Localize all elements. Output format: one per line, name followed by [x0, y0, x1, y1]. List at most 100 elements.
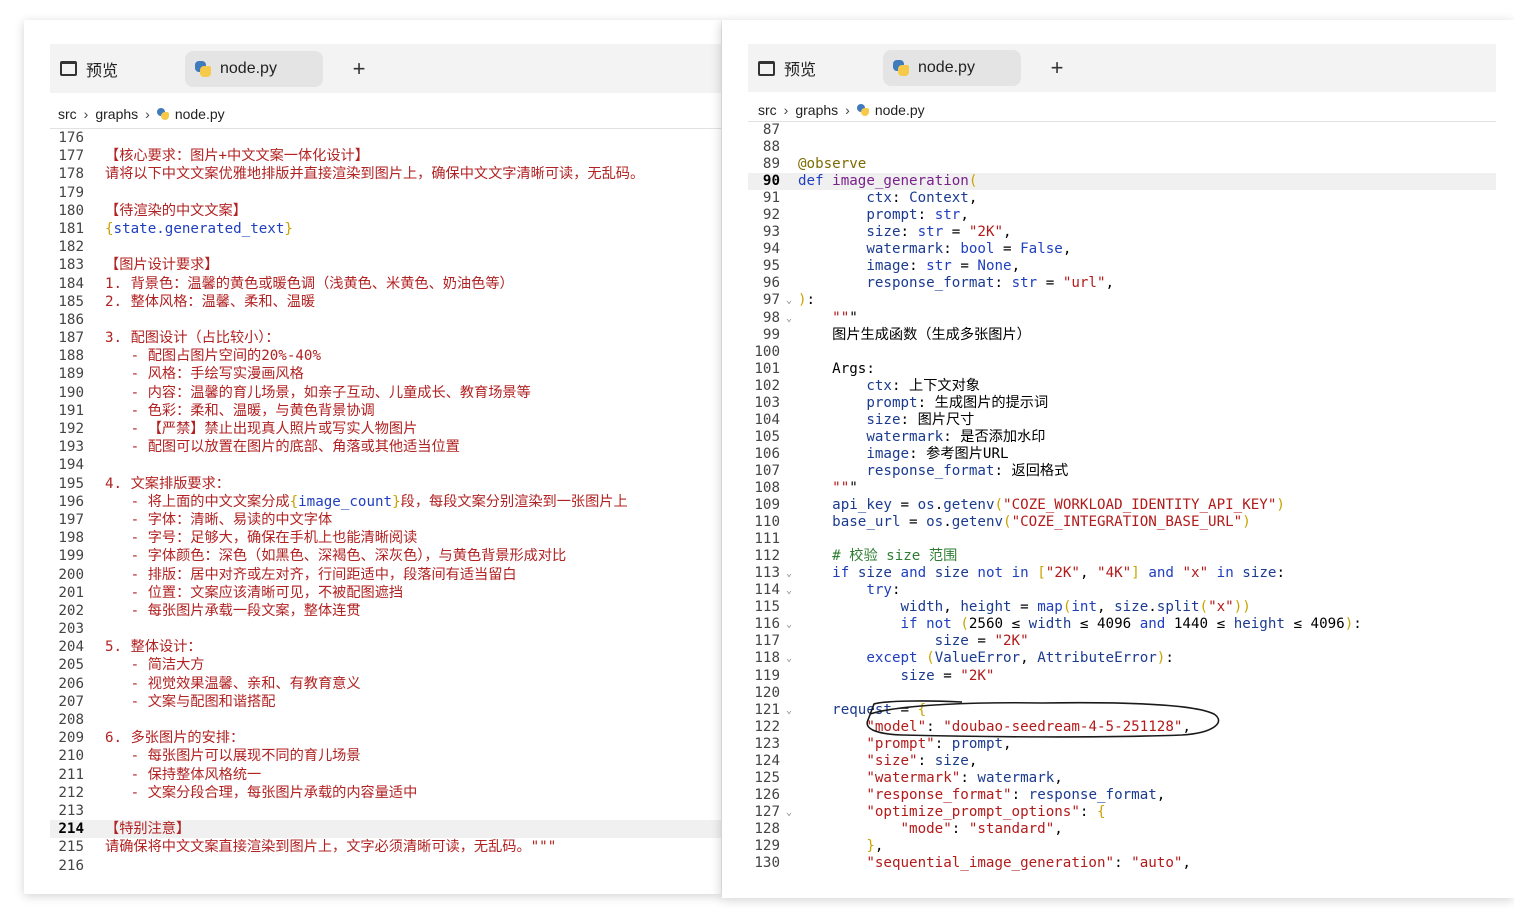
new-tab-button[interactable]: + — [337, 51, 381, 87]
code-line[interactable]: 99 图片生成函数（生成多张图片） — [748, 327, 1496, 344]
code-line[interactable]: 210 - 每张图片可以展现不同的育儿场景 — [50, 747, 721, 765]
code-line[interactable]: 177 【核心要求：图片+中文文案一体化设计】 — [50, 147, 721, 165]
code-line[interactable]: 106 image: 参考图片URL — [748, 446, 1496, 463]
code-line[interactable]: 109 api_key = os.getenv("COZE_WORKLOAD_I… — [748, 497, 1496, 514]
code-line[interactable]: 129 }, — [748, 838, 1496, 855]
code-line[interactable]: 98 ⌄ """ — [748, 310, 1496, 327]
fold-chevron-icon[interactable]: ⌄ — [786, 616, 792, 633]
code-line[interactable]: 130 "sequential_image_generation": "auto… — [748, 855, 1496, 872]
code-line[interactable]: 209 6. 多张图片的安排： — [50, 729, 721, 747]
code-line[interactable]: 115 width, height = map(int, size.split(… — [748, 599, 1496, 616]
code-line[interactable]: 104 size: 图片尺寸 — [748, 412, 1496, 429]
code-line[interactable]: 213 — [50, 802, 721, 820]
tab-preview[interactable]: 预览 — [748, 50, 883, 86]
fold-chevron-icon[interactable]: ⌄ — [786, 804, 792, 821]
code-line[interactable]: 205 - 简洁大方 — [50, 656, 721, 674]
code-line[interactable]: 117 size = "2K" — [748, 633, 1496, 650]
code-line[interactable]: 187 3. 配图设计（占比较小）： — [50, 329, 721, 347]
fold-chevron-icon[interactable]: ⌄ — [786, 702, 792, 719]
code-line[interactable]: 198 - 字号：足够大，确保在手机上也能清晰阅读 — [50, 529, 721, 547]
code-line[interactable]: 118 ⌄ except (ValueError, AttributeError)… — [748, 650, 1496, 667]
code-line[interactable]: 126 "response_format": response_format, — [748, 787, 1496, 804]
fold-chevron-icon[interactable]: ⌄ — [786, 650, 792, 667]
code-line[interactable]: 185 2. 整体风格：温馨、柔和、温暖 — [50, 293, 721, 311]
tab-preview[interactable]: 预览 — [50, 51, 185, 87]
code-line[interactable]: 128 "mode": "standard", — [748, 821, 1496, 838]
code-line[interactable]: 90 def image_generation( — [748, 173, 1496, 191]
fold-chevron-icon[interactable]: ⌄ — [786, 292, 792, 309]
code-line[interactable]: 197 - 字体：清晰、易读的中文字体 — [50, 511, 721, 529]
code-line[interactable]: 206 - 视觉效果温馨、亲和、有教育意义 — [50, 675, 721, 693]
code-line[interactable]: 188 - 配图占图片空间的20%-40% — [50, 347, 721, 365]
tab-node-py[interactable]: node.py — [185, 50, 323, 87]
code-line[interactable]: 116 ⌄ if not (2560 ≤ width ≤ 4096 and 144… — [748, 616, 1496, 633]
breadcrumb-item-src[interactable]: src — [58, 106, 77, 122]
code-line[interactable]: 182 — [50, 238, 721, 256]
code-line[interactable]: 92 prompt: str, — [748, 207, 1496, 224]
code-line[interactable]: 180 【待渲染的中文文案】 — [50, 202, 721, 220]
code-editor[interactable]: 176 177 【核心要求：图片+中文文案一体化设计】 178 请将以下中文文案优雅地排… — [50, 128, 721, 873]
code-line[interactable]: 178 请将以下中文文案优雅地排版并直接渲染到图片上，确保中文文字清晰可读，无乱码… — [50, 165, 721, 183]
code-line[interactable]: 208 — [50, 711, 721, 729]
code-line[interactable]: 176 — [50, 129, 721, 147]
code-line[interactable]: 191 - 色彩：柔和、温暖，与黄色背景协调 — [50, 402, 721, 420]
fold-chevron-icon[interactable]: ⌄ — [786, 565, 792, 582]
new-tab-button[interactable]: + — [1035, 50, 1079, 86]
code-line[interactable]: 100 — [748, 344, 1496, 361]
code-line[interactable]: 94 watermark: bool = False, — [748, 241, 1496, 258]
code-line[interactable]: 190 - 内容：温馨的育儿场景，如亲子互动、儿童成长、教育场景等 — [50, 384, 721, 402]
code-line[interactable]: 183 【图片设计要求】 — [50, 256, 721, 274]
code-line[interactable]: 193 - 配图可以放置在图片的底部、角落或其他适当位置 — [50, 438, 721, 456]
code-line[interactable]: 96 response_format: str = "url", — [748, 275, 1496, 292]
breadcrumb-item-file[interactable]: node.py — [175, 106, 225, 122]
code-line[interactable]: 186 — [50, 311, 721, 329]
code-line[interactable]: 97 ⌄): — [748, 292, 1496, 309]
breadcrumb-item-src[interactable]: src — [758, 102, 777, 118]
code-line[interactable]: 110 base_url = os.getenv("COZE_INTEGRATI… — [748, 514, 1496, 531]
code-line[interactable]: 112 # 校验 size 范围 — [748, 548, 1496, 565]
code-line[interactable]: 103 prompt: 生成图片的提示词 — [748, 395, 1496, 412]
code-line[interactable]: 203 — [50, 620, 721, 638]
code-line[interactable]: 102 ctx: 上下文对象 — [748, 378, 1496, 395]
code-line[interactable]: 200 - 排版：居中对齐或左对齐，行间距适中，段落间有适当留白 — [50, 566, 721, 584]
tab-node-py[interactable]: node.py — [883, 50, 1021, 86]
code-line[interactable]: 207 - 文案与配图和谐搭配 — [50, 693, 721, 711]
code-line[interactable]: 124 "size": size, — [748, 753, 1496, 770]
code-line[interactable]: 202 - 每张图片承载一段文案，整体连贯 — [50, 602, 721, 620]
code-line[interactable]: 211 - 保持整体风格统一 — [50, 766, 721, 784]
code-line[interactable]: 95 image: str = None, — [748, 258, 1496, 275]
code-line[interactable]: 181 {state.generated_text} — [50, 220, 721, 238]
code-line[interactable]: 196 - 将上面的中文文案分成{image_count}段，每段文案分别渲染到… — [50, 493, 721, 511]
code-line[interactable]: 192 - 【严禁】禁止出现真人照片或写实人物图片 — [50, 420, 721, 438]
code-line[interactable]: 108 """ — [748, 480, 1496, 497]
code-line[interactable]: 119 size = "2K" — [748, 668, 1496, 685]
code-line[interactable]: 212 - 文案分段合理，每张图片承载的内容量适中 — [50, 784, 721, 802]
code-line[interactable]: 105 watermark: 是否添加水印 — [748, 429, 1496, 446]
code-line[interactable]: 87 — [748, 122, 1496, 139]
code-line[interactable]: 215 请确保将中文文案直接渲染到图片上，文字必须清晰可读，无乱码。""" — [50, 838, 721, 856]
code-line[interactable]: 216 — [50, 857, 721, 874]
fold-chevron-icon[interactable]: ⌄ — [786, 582, 792, 599]
code-line[interactable]: 114 ⌄ try: — [748, 582, 1496, 599]
code-line[interactable]: 123 "prompt": prompt, — [748, 736, 1496, 753]
code-line[interactable]: 199 - 字体颜色：深色（如黑色、深褐色、深灰色），与黄色背景形成对比 — [50, 547, 721, 565]
code-editor[interactable]: 87 88 89 @observe 90 def image_generation(91 … — [748, 121, 1496, 873]
code-line[interactable]: 184 1. 背景色：温馨的黄色或暖色调（浅黄色、米黄色、奶油色等） — [50, 275, 721, 293]
breadcrumb-item-graphs[interactable]: graphs — [795, 102, 838, 118]
code-line[interactable]: 93 size: str = "2K", — [748, 224, 1496, 241]
code-line[interactable]: 194 — [50, 456, 721, 474]
code-line[interactable]: 113 ⌄ if size and size not in ["2K", "4K"… — [748, 565, 1496, 582]
code-line[interactable]: 127 ⌄ "optimize_prompt_options": { — [748, 804, 1496, 821]
code-line[interactable]: 89 @observe — [748, 156, 1496, 173]
code-line[interactable]: 204 5. 整体设计： — [50, 638, 721, 656]
code-line[interactable]: 111 — [748, 531, 1496, 548]
code-line[interactable]: 107 response_format: 返回格式 — [748, 463, 1496, 480]
fold-chevron-icon[interactable]: ⌄ — [786, 310, 792, 327]
code-line[interactable]: 214 【特别注意】 — [50, 820, 721, 839]
code-line[interactable]: 88 — [748, 139, 1496, 156]
code-line[interactable]: 179 — [50, 184, 721, 202]
code-line[interactable]: 125 "watermark": watermark, — [748, 770, 1496, 787]
breadcrumb-item-file[interactable]: node.py — [875, 102, 925, 118]
code-line[interactable]: 189 - 风格：手绘写实漫画风格 — [50, 365, 721, 383]
code-line[interactable]: 91 ctx: Context, — [748, 190, 1496, 207]
